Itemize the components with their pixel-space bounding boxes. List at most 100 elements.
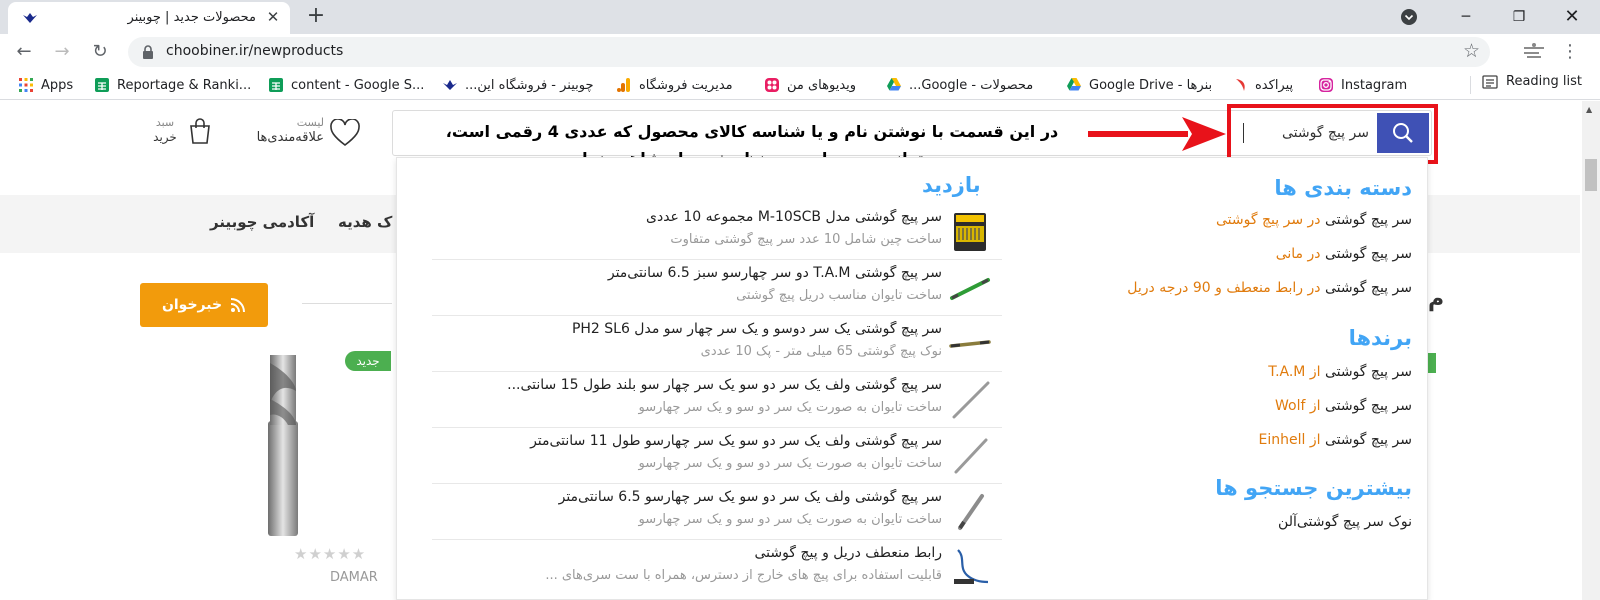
rss-button-label: خبرخوان: [161, 297, 223, 313]
choobiner-favicon-icon: [23, 13, 37, 23]
bookmark-reportage[interactable]: Reportage & Ranki...: [94, 74, 251, 96]
cart-label-line1: سبد: [155, 116, 175, 129]
choobiner-logo-icon: [443, 80, 457, 90]
reading-list[interactable]: Reading list: [1470, 74, 1582, 94]
visited-title: سر پیچ گوشتی ولف یک سر دو سو یک سر چهارس…: [558, 489, 942, 505]
bookmark-star-icon[interactable]: ☆: [1463, 40, 1480, 62]
tab-close-icon[interactable]: ✕: [264, 8, 282, 26]
product-brand: DAMAR: [330, 570, 378, 585]
bookmark-pirakade[interactable]: پیراکده: [1232, 74, 1293, 96]
suggestion-scope: در سر پیچ گوشتی: [1216, 212, 1325, 228]
wishlist-button[interactable]: لیست علاقه‌مندی‌ها: [244, 115, 370, 155]
nav-item-gift[interactable]: ک هدیه: [338, 213, 392, 231]
list-item[interactable]: سر پیچ گوشتی ولف یک سر دو سو یک سر چهار …: [432, 372, 1002, 428]
bookmarks-bar: Apps Reportage & Ranki... content - Goog…: [0, 70, 1600, 100]
browser-toolbar: ← → ↻ choobiner.ir/newproducts ☆ ⋮: [0, 34, 1600, 70]
bookmark-label: content - Google S...: [291, 77, 425, 93]
bookmark-content[interactable]: content - Google S...: [268, 74, 424, 96]
section-heading-fragment: م: [1428, 287, 1445, 312]
visited-title: سر پیچ گوشتی ولف یک سر دو سو یک سر چهارس…: [530, 433, 942, 449]
lock-icon: [143, 45, 153, 59]
wishlist-label: لیست علاقه‌مندی‌ها: [244, 115, 324, 145]
list-item[interactable]: سر پیچ گوشتی یک سر دوسو و یک سر چهار سو …: [432, 316, 1002, 372]
product-drill-bit-image[interactable]: [258, 351, 308, 539]
suggestion-term: سر پیچ گوشتی: [1324, 212, 1412, 228]
rss-button[interactable]: خبرخوان: [140, 283, 268, 327]
screwdriver-bit-set-image: [954, 213, 986, 251]
visited-title: سر پیچ گوشتی مدل M-10SCB مجموعه 10 عددی: [646, 209, 942, 225]
bookmark-label: Instagram: [1341, 77, 1408, 93]
scroll-up-icon[interactable]: ▲: [1586, 105, 1592, 114]
scrollbar-thumb[interactable]: [1585, 159, 1597, 191]
visited-subtitle: نوک پیچ گوشتی 65 میلی متر - پک 10 عددی: [700, 344, 942, 359]
list-item[interactable]: سر پیچ گوشتی مدل M-10SCB مجموعه 10 عددی …: [432, 204, 1002, 260]
new-tab-button[interactable]: +: [304, 5, 328, 29]
brand-suggestion[interactable]: سر پیچ گوشتی از T.A.M: [1268, 364, 1412, 380]
page-scrollbar[interactable]: ▲: [1582, 101, 1600, 600]
top-search-suggestion[interactable]: نوک سر پیچ گوشتی‌آلن: [1278, 514, 1412, 530]
list-item[interactable]: سر پیچ گوشتی ولف یک سر دو سو یک سر چهارس…: [432, 428, 1002, 484]
cart-label: سبد خرید: [150, 115, 180, 145]
cart-button[interactable]: سبد خرید: [150, 115, 220, 155]
visited-subtitle: قابلیت استفاده برای پیچ های خارج از دستر…: [545, 568, 942, 583]
extension-icon[interactable]: [1521, 40, 1547, 62]
tab-search-icon[interactable]: [1401, 9, 1417, 25]
wishlist-label-line1: لیست: [296, 116, 324, 129]
list-item[interactable]: سر پیچ گوشتی T.A.M دو سر چهارسو سبز 6.5 …: [432, 260, 1002, 316]
visited-title: رابط منعطف دریل و پیچ گوشتی: [754, 545, 942, 561]
visited-subtitle: ساخت تایوان به صورت یک سر دو سو و یک سر …: [638, 512, 942, 527]
new-badge: جدید: [345, 351, 391, 371]
brand-suggestion[interactable]: سر پیچ گوشتی از Wolf: [1275, 398, 1412, 414]
bookmark-banners-drive[interactable]: بنرها - Google Drive: [1066, 74, 1212, 96]
browser-tab-active[interactable]: محصولات جدید | چوبینر ✕: [8, 2, 290, 34]
address-bar[interactable]: choobiner.ir/newproducts ☆: [128, 37, 1490, 67]
visited-title: سر پیچ گوشتی T.A.M دو سر چهارسو سبز 6.5 …: [607, 265, 942, 281]
category-suggestion[interactable]: سر پیچ گوشتی در رابط منعطف و 90 درجه دری…: [1127, 280, 1412, 296]
bookmark-label: بنرها - Google Drive: [1089, 77, 1213, 93]
brand-suggestion[interactable]: سر پیچ گوشتی از Einhell: [1259, 432, 1412, 448]
list-item[interactable]: رابط منعطف دریل و پیچ گوشتی قابلیت استفا…: [432, 540, 1002, 596]
bookmark-choobiner-store[interactable]: چوبینر - فروشگاه این...: [442, 74, 594, 96]
suggestion-groups: دسته بندی ها سر پیچ گوشتی در سر پیچ گوشت…: [1017, 158, 1412, 600]
back-arrow-icon[interactable]: ←: [10, 38, 38, 66]
category-suggestion[interactable]: سر پیچ گوشتی در سر پیچ گوشتی: [1216, 212, 1412, 228]
callout-line-1: در این قسمت با نوشتن نام و یا شناسه کالا…: [445, 122, 1059, 141]
suggestion-term: سر پیچ گوشتی: [1324, 364, 1412, 380]
restore-icon[interactable]: ❐: [1506, 4, 1532, 30]
nav-item-academy[interactable]: آکادمی چوبینر: [210, 213, 314, 231]
window-close-icon[interactable]: ✕: [1559, 4, 1585, 30]
flexible-shaft-image: [954, 549, 989, 584]
visited-products-list: سر پیچ گوشتی مدل M-10SCB مجموعه 10 عددی …: [432, 204, 1002, 596]
rss-icon: [230, 298, 246, 313]
url-text: choobiner.ir/newproducts: [166, 43, 344, 59]
bookmarks-separator: [1470, 76, 1471, 94]
apps-grid-icon: [19, 78, 33, 92]
minimize-icon[interactable]: ─: [1453, 4, 1479, 30]
category-suggestion[interactable]: سر پیچ گوشتی در مانی: [1276, 246, 1412, 262]
browser-menu-icon[interactable]: ⋮: [1558, 38, 1582, 66]
bookmark-products-drive[interactable]: محصولات - Google...: [886, 74, 1033, 96]
bookmark-apps[interactable]: Apps: [18, 74, 73, 96]
bookmark-label: مدیریت فروشگاه: [639, 77, 733, 93]
bookmark-label: Apps: [41, 77, 74, 93]
web-page: سبد خرید لیست علاقه‌مندی‌ها آکادمی چوبین…: [0, 101, 1580, 600]
suggestion-term: سر پیچ گوشتی: [1324, 432, 1412, 448]
wishlist-label-line2: علاقه‌مندی‌ها: [256, 130, 324, 145]
bookmark-store-management[interactable]: مدیریت فروشگاه: [616, 74, 733, 96]
reload-icon[interactable]: ↻: [86, 38, 114, 66]
bookmark-my-videos[interactable]: ویدیوهای من: [764, 74, 856, 96]
suggestion-scope: در رابط منعطف و 90 درجه دریل: [1127, 280, 1325, 296]
google-sheets-icon: [95, 78, 109, 92]
visited-subtitle: ساخت تایوان مناسب دریل پیچ گوشتی: [736, 288, 942, 303]
bookmark-instagram[interactable]: Instagram: [1318, 74, 1407, 96]
suggestion-scope: از Einhell: [1258, 432, 1325, 448]
list-item[interactable]: سر پیچ گوشتی ولف یک سر دو سو یک سر چهارس…: [432, 484, 1002, 540]
suggestion-term: سر پیچ گوشتی: [1324, 246, 1412, 262]
forward-arrow-icon[interactable]: →: [48, 38, 76, 66]
medium-bit-image: [954, 438, 988, 474]
visits-heading: بازدید: [922, 173, 981, 197]
long-bit-image: [952, 381, 990, 419]
rating-stars: ★★★★★: [294, 545, 367, 563]
short-bit-image: [958, 494, 984, 530]
google-drive-icon: [1067, 78, 1081, 91]
